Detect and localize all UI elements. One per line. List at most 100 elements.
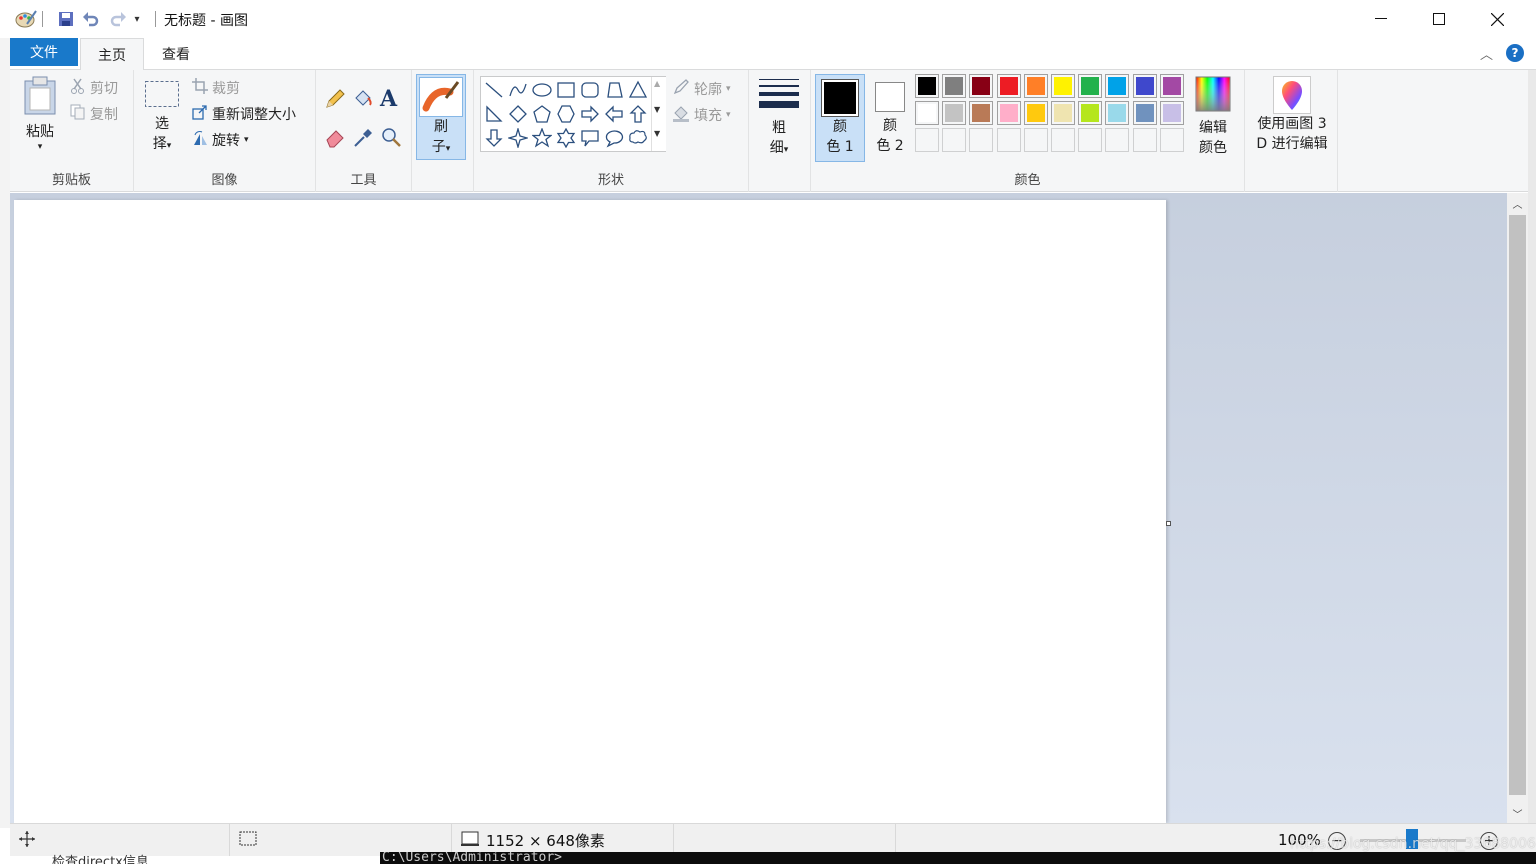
color-swatch[interactable]	[1133, 74, 1157, 98]
cut-button[interactable]: 剪切	[70, 78, 118, 98]
magnifier-icon[interactable]	[380, 126, 402, 148]
five-point-star-shape-icon[interactable]	[530, 126, 554, 150]
rotate-button[interactable]: 旋转 ▾	[192, 130, 249, 150]
color-swatch[interactable]	[997, 74, 1021, 98]
color-swatch[interactable]	[942, 74, 966, 98]
tab-file[interactable]: 文件	[10, 38, 78, 66]
close-button[interactable]	[1468, 0, 1526, 38]
resize-button[interactable]: 重新调整大小	[192, 104, 296, 124]
color-swatch[interactable]	[1160, 101, 1184, 125]
scroll-down-icon[interactable]: ▼	[654, 105, 660, 114]
oval-shape-icon[interactable]	[530, 78, 554, 102]
text-tool-icon[interactable]: A	[380, 86, 402, 112]
color-swatch[interactable]	[915, 101, 939, 125]
crop-button[interactable]: 裁剪	[192, 78, 240, 98]
scroll-down-icon[interactable]: ﹀	[1507, 803, 1528, 823]
diamond-shape-icon[interactable]	[506, 102, 530, 126]
custom-color-slot[interactable]	[1024, 128, 1048, 152]
color-swatch[interactable]	[1105, 74, 1129, 98]
oval-callout-shape-icon[interactable]	[602, 126, 626, 150]
color-swatch[interactable]	[915, 74, 939, 98]
color-swatch[interactable]	[1051, 74, 1075, 98]
eraser-icon[interactable]	[324, 126, 346, 148]
six-point-star-shape-icon[interactable]	[554, 126, 578, 150]
cloud-callout-shape-icon[interactable]	[626, 126, 650, 150]
color-swatch[interactable]	[969, 101, 993, 125]
minimize-button[interactable]	[1352, 0, 1410, 38]
custom-color-slot[interactable]	[969, 128, 993, 152]
fill-bucket-icon[interactable]	[352, 88, 374, 110]
edit-with-paint3d-button[interactable]: 使用画图 3 D 进行编辑	[1249, 76, 1335, 154]
color-swatch[interactable]	[1024, 74, 1048, 98]
size-button[interactable]: 粗 细▾	[755, 76, 803, 160]
color-swatch[interactable]	[997, 101, 1021, 125]
right-triangle-shape-icon[interactable]	[482, 102, 506, 126]
copy-button[interactable]: 复制	[70, 104, 118, 124]
custom-color-slot[interactable]	[1133, 128, 1157, 152]
drawing-canvas[interactable]	[14, 200, 1166, 823]
right-arrow-shape-icon[interactable]	[578, 102, 602, 126]
color-swatch[interactable]	[1160, 74, 1184, 98]
pentagon-shape-icon[interactable]	[530, 102, 554, 126]
expand-gallery-icon[interactable]: ▼	[654, 129, 660, 138]
brushes-button[interactable]: 刷 子▾	[416, 74, 466, 160]
save-icon[interactable]	[55, 9, 77, 29]
color-swatch[interactable]	[942, 101, 966, 125]
customize-dropdown-icon[interactable]: ▾	[130, 9, 144, 29]
polygon-shape-icon[interactable]	[602, 78, 626, 102]
rectangle-shape-icon[interactable]	[554, 78, 578, 102]
custom-color-slot[interactable]	[1051, 128, 1075, 152]
custom-color-slot[interactable]	[915, 128, 939, 152]
rectangular-callout-shape-icon[interactable]	[578, 126, 602, 150]
curve-shape-icon[interactable]	[506, 78, 530, 102]
four-point-star-shape-icon[interactable]	[506, 126, 530, 150]
select-button[interactable]: 选 择▾	[142, 80, 182, 156]
redo-icon[interactable]	[107, 9, 129, 29]
fill-button[interactable]: 填充 ▾	[672, 104, 731, 126]
copy-icon	[70, 104, 86, 124]
pencil-icon[interactable]	[324, 88, 346, 110]
color-swatch[interactable]	[1051, 101, 1075, 125]
brushes-label-top: 刷	[434, 119, 448, 135]
color-swatch-fill	[918, 104, 936, 122]
custom-color-slot[interactable]	[1105, 128, 1129, 152]
vertical-scrollbar[interactable]: ︿ ﹀	[1507, 193, 1528, 823]
down-arrow-shape-icon[interactable]	[482, 126, 506, 150]
undo-icon[interactable]	[80, 9, 102, 29]
hexagon-shape-icon[interactable]	[554, 102, 578, 126]
paste-button[interactable]: 粘贴 ▾	[18, 76, 62, 152]
color-swatch[interactable]	[969, 74, 993, 98]
scroll-up-icon[interactable]: ▲	[654, 79, 660, 88]
tab-view[interactable]: 查看	[146, 38, 206, 70]
help-icon[interactable]: ?	[1506, 44, 1524, 62]
color2-button[interactable]: 颜 色 2	[869, 74, 911, 162]
scroll-up-icon[interactable]: ︿	[1507, 193, 1528, 213]
color1-swatch	[821, 79, 859, 117]
tab-home[interactable]: 主页	[80, 38, 144, 71]
color-swatch[interactable]	[1024, 101, 1048, 125]
custom-color-slot[interactable]	[1078, 128, 1102, 152]
outline-button[interactable]: 轮廓 ▾	[672, 78, 731, 100]
color1-button[interactable]: 颜 色 1	[815, 74, 865, 162]
collapse-ribbon-icon[interactable]: ︿	[1480, 44, 1493, 63]
outline-label: 轮廓	[694, 82, 722, 98]
color-swatch[interactable]	[1133, 101, 1157, 125]
triangle-shape-icon[interactable]	[626, 78, 650, 102]
scrollbar-thumb[interactable]	[1509, 215, 1526, 795]
color-swatch[interactable]	[1105, 101, 1129, 125]
shapes-gallery-scroll[interactable]: ▲ ▼ ▼	[651, 77, 666, 151]
left-arrow-shape-icon[interactable]	[602, 102, 626, 126]
canvas-resize-handle[interactable]	[1166, 521, 1171, 526]
maximize-button[interactable]	[1410, 0, 1468, 38]
edit-colors-button[interactable]: 编辑 颜色	[1191, 76, 1235, 158]
paint-app-icon[interactable]	[14, 8, 38, 30]
color-picker-icon[interactable]	[352, 126, 374, 148]
line-shape-icon[interactable]	[482, 78, 506, 102]
custom-color-slot[interactable]	[1160, 128, 1184, 152]
color-swatch[interactable]	[1078, 74, 1102, 98]
rounded-rectangle-shape-icon[interactable]	[578, 78, 602, 102]
color-swatch[interactable]	[1078, 101, 1102, 125]
custom-color-slot[interactable]	[942, 128, 966, 152]
custom-color-slot[interactable]	[997, 128, 1021, 152]
up-arrow-shape-icon[interactable]	[626, 102, 650, 126]
